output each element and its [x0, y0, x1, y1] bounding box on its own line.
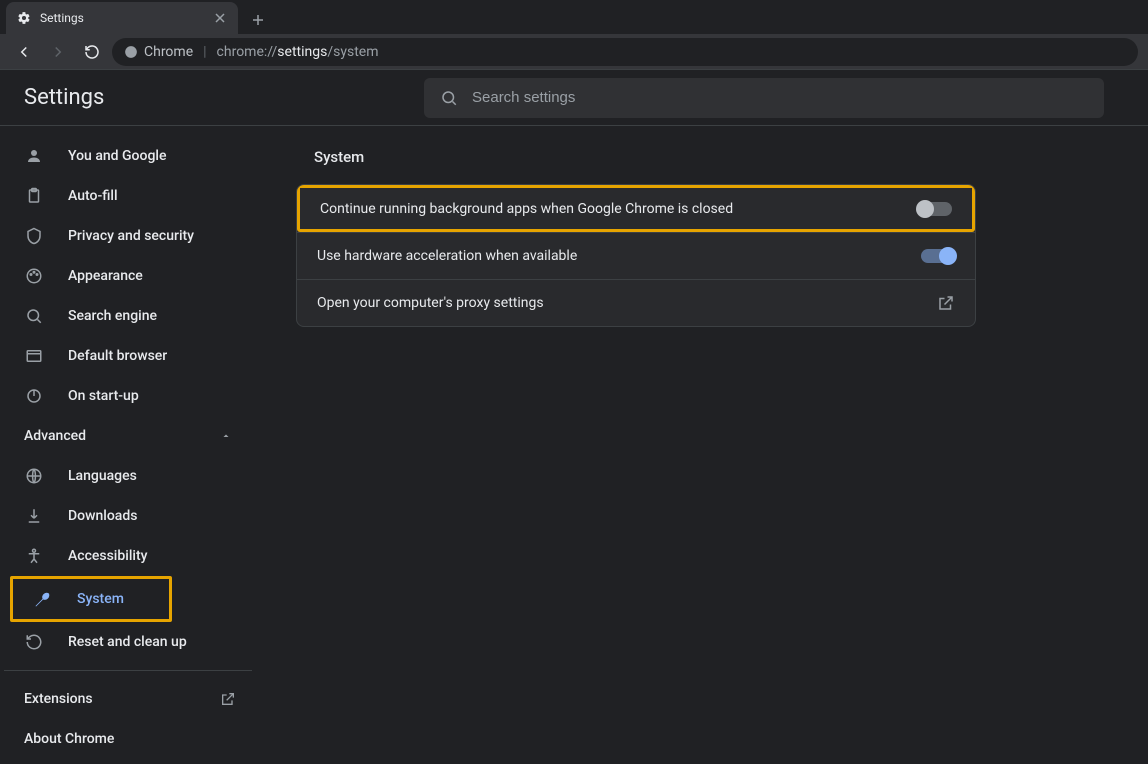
sidebar-item-privacy[interactable]: Privacy and security [4, 216, 252, 256]
sidebar-item-label: Auto-fill [68, 188, 118, 204]
new-tab-button[interactable] [244, 6, 272, 34]
reload-button[interactable] [78, 38, 106, 66]
sidebar-item-extensions[interactable]: Extensions [4, 679, 252, 719]
row-proxy-settings[interactable]: Open your computer's proxy settings [297, 279, 975, 326]
sidebar-item-label: Appearance [68, 268, 143, 284]
row-label: Continue running background apps when Go… [320, 201, 733, 217]
sidebar-item-label: System [77, 591, 124, 607]
row-label: Open your computer's proxy settings [317, 295, 544, 311]
sidebar-item-label: Downloads [68, 508, 137, 524]
sidebar: You and Google Auto-fill Privacy and sec… [0, 126, 256, 764]
palette-icon [24, 266, 44, 286]
sidebar-item-default-browser[interactable]: Default browser [4, 336, 252, 376]
person-icon [24, 146, 44, 166]
toggle-hardware-acceleration[interactable] [921, 249, 955, 263]
tab-title: Settings [40, 11, 204, 25]
sidebar-advanced-label: Advanced [24, 428, 86, 444]
sidebar-item-label: Search engine [68, 308, 157, 324]
restore-icon [24, 632, 44, 652]
sidebar-advanced-toggle[interactable]: Advanced [4, 416, 252, 456]
toggle-background-apps[interactable] [918, 202, 952, 216]
sidebar-item-label: Languages [68, 468, 137, 484]
shield-icon [24, 226, 44, 246]
sidebar-item-label: Reset and clean up [68, 634, 187, 650]
gear-icon [16, 10, 32, 26]
sidebar-divider [4, 670, 252, 671]
page-title: Settings [24, 85, 424, 110]
browser-toolbar: Chrome | chrome://settings/system [0, 34, 1148, 70]
section-title: System [314, 148, 1108, 166]
sidebar-item-accessibility[interactable]: Accessibility [4, 536, 252, 576]
power-icon [24, 386, 44, 406]
row-hardware-acceleration[interactable]: Use hardware acceleration when available [297, 232, 975, 279]
sidebar-item-label: Default browser [68, 348, 167, 364]
open-external-icon [937, 294, 955, 312]
search-icon [24, 306, 44, 326]
tab-strip: Settings [0, 0, 1148, 34]
sidebar-item-label: About Chrome [24, 731, 114, 747]
sidebar-item-languages[interactable]: Languages [4, 456, 252, 496]
sidebar-item-appearance[interactable]: Appearance [4, 256, 252, 296]
forward-button[interactable] [44, 38, 72, 66]
back-button[interactable] [10, 38, 38, 66]
sidebar-item-label: On start-up [68, 388, 139, 404]
site-chip: Chrome [124, 44, 193, 60]
browser-icon [24, 346, 44, 366]
system-card: Continue running background apps when Go… [296, 184, 976, 327]
omnibox[interactable]: Chrome | chrome://settings/system [112, 38, 1138, 66]
main-content: System Continue running background apps … [256, 126, 1148, 764]
sidebar-item-reset[interactable]: Reset and clean up [4, 622, 252, 662]
search-settings[interactable] [424, 78, 1104, 118]
download-icon [24, 506, 44, 526]
clipboard-icon [24, 186, 44, 206]
search-icon [440, 89, 458, 107]
omnibox-separator: | [203, 44, 206, 60]
sidebar-item-on-startup[interactable]: On start-up [4, 376, 252, 416]
open-external-icon [220, 691, 236, 707]
sidebar-item-label: Privacy and security [68, 228, 194, 244]
sidebar-item-about[interactable]: About Chrome [4, 719, 252, 759]
sidebar-item-label: Extensions [24, 691, 93, 707]
sidebar-item-system[interactable]: System [13, 579, 169, 619]
chevron-up-icon [220, 430, 232, 442]
settings-header: Settings [0, 70, 1148, 126]
sidebar-item-downloads[interactable]: Downloads [4, 496, 252, 536]
search-input[interactable] [472, 89, 1088, 106]
row-label: Use hardware acceleration when available [317, 248, 577, 264]
sidebar-item-label: Accessibility [68, 548, 147, 564]
omnibox-url: chrome://settings/system [217, 44, 379, 60]
site-chip-label: Chrome [144, 44, 193, 60]
accessibility-icon [24, 546, 44, 566]
sidebar-item-autofill[interactable]: Auto-fill [4, 176, 252, 216]
wrench-icon [33, 589, 53, 609]
browser-tab[interactable]: Settings [6, 2, 238, 34]
row-background-apps[interactable]: Continue running background apps when Go… [297, 185, 975, 232]
close-icon[interactable] [212, 10, 228, 26]
sidebar-item-you-and-google[interactable]: You and Google [4, 136, 252, 176]
sidebar-item-search-engine[interactable]: Search engine [4, 296, 252, 336]
globe-icon [24, 466, 44, 486]
sidebar-item-label: You and Google [68, 148, 166, 164]
